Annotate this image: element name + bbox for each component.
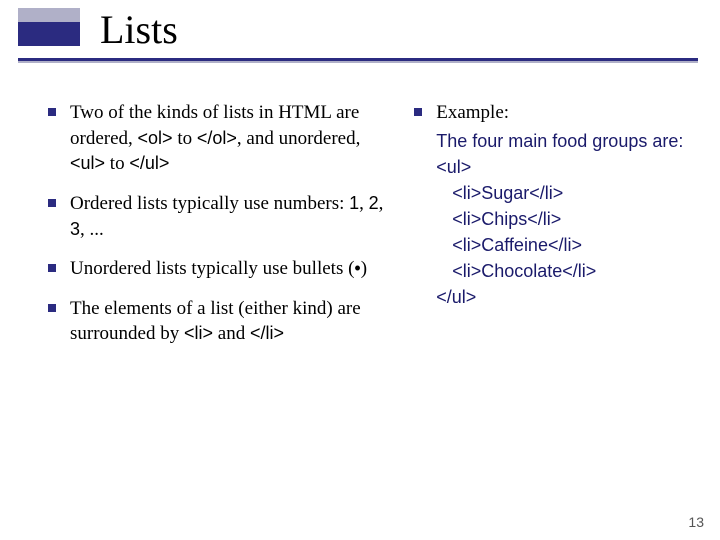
- code-line: <ul>: [436, 154, 683, 180]
- text-run: to: [173, 128, 197, 149]
- text-run: Ordered lists typically use numbers:: [70, 193, 349, 214]
- list-item: Two of the kinds of lists in HTML are or…: [48, 100, 390, 177]
- code-run: </ol>: [197, 128, 237, 148]
- right-column: Example: The four main food groups are: …: [414, 100, 688, 361]
- code-run: <ul>: [70, 153, 105, 173]
- list-item: Ordered lists typically use numbers: 1 , …: [48, 191, 390, 242]
- text-run: and: [213, 323, 250, 344]
- page-number: 13: [688, 514, 704, 530]
- code-run: 2: [369, 193, 379, 213]
- code-run: <li>: [184, 323, 213, 343]
- bullet-icon: [48, 108, 56, 116]
- bullet-icon: [414, 108, 422, 116]
- title-underline: [18, 58, 698, 61]
- code-line: The four main food groups are:: [436, 128, 683, 154]
- code-line: <li>Caffeine</li>: [436, 232, 683, 258]
- text-run: ,: [379, 193, 384, 214]
- bullet-text: Ordered lists typically use numbers: 1 , …: [70, 191, 390, 242]
- slide-title: Lists: [100, 6, 178, 53]
- bullet-icon: [48, 199, 56, 207]
- example-label: Example:: [436, 100, 683, 126]
- example-wrap: Example: The four main food groups are: …: [436, 100, 683, 310]
- bullet-text: Two of the kinds of lists in HTML are or…: [70, 100, 390, 177]
- list-item: The elements of a list (either kind) are…: [48, 296, 390, 347]
- example-code: The four main food groups are: <ul> <li>…: [436, 128, 683, 311]
- code-line: <li>Sugar</li>: [436, 180, 683, 206]
- left-column: Two of the kinds of lists in HTML are or…: [48, 100, 390, 361]
- code-run: <ol>: [138, 128, 173, 148]
- text-run: , and unordered,: [237, 128, 360, 149]
- text-run: Unordered lists typically use bullets (: [70, 258, 354, 279]
- text-run: ): [361, 258, 367, 279]
- decor-bar-light: [18, 8, 80, 22]
- bullet-icon: [48, 264, 56, 272]
- code-line: </ul>: [436, 284, 683, 310]
- code-line: <li>Chips</li>: [436, 206, 683, 232]
- list-item: Unordered lists typically use bullets (•…: [48, 256, 390, 282]
- slide-body: Two of the kinds of lists in HTML are or…: [0, 72, 720, 361]
- code-run: 3: [70, 219, 80, 239]
- code-run: </ul>: [129, 153, 169, 173]
- text-run: ,: [359, 193, 369, 214]
- decor-bar-dark: [18, 22, 80, 46]
- code-run: 1: [349, 193, 359, 213]
- text-run: , ...: [80, 219, 104, 240]
- slide: Lists Two of the kinds of lists in HTML …: [0, 0, 720, 540]
- title-bar: Lists: [0, 0, 720, 72]
- list-item: Example: The four main food groups are: …: [414, 100, 688, 310]
- text-run: to: [105, 153, 129, 174]
- code-line: <li>Chocolate</li>: [436, 258, 683, 284]
- bullet-icon: [48, 304, 56, 312]
- bullet-text: The elements of a list (either kind) are…: [70, 296, 390, 347]
- code-run: </li>: [250, 323, 284, 343]
- bullet-text: Unordered lists typically use bullets (•…: [70, 256, 367, 282]
